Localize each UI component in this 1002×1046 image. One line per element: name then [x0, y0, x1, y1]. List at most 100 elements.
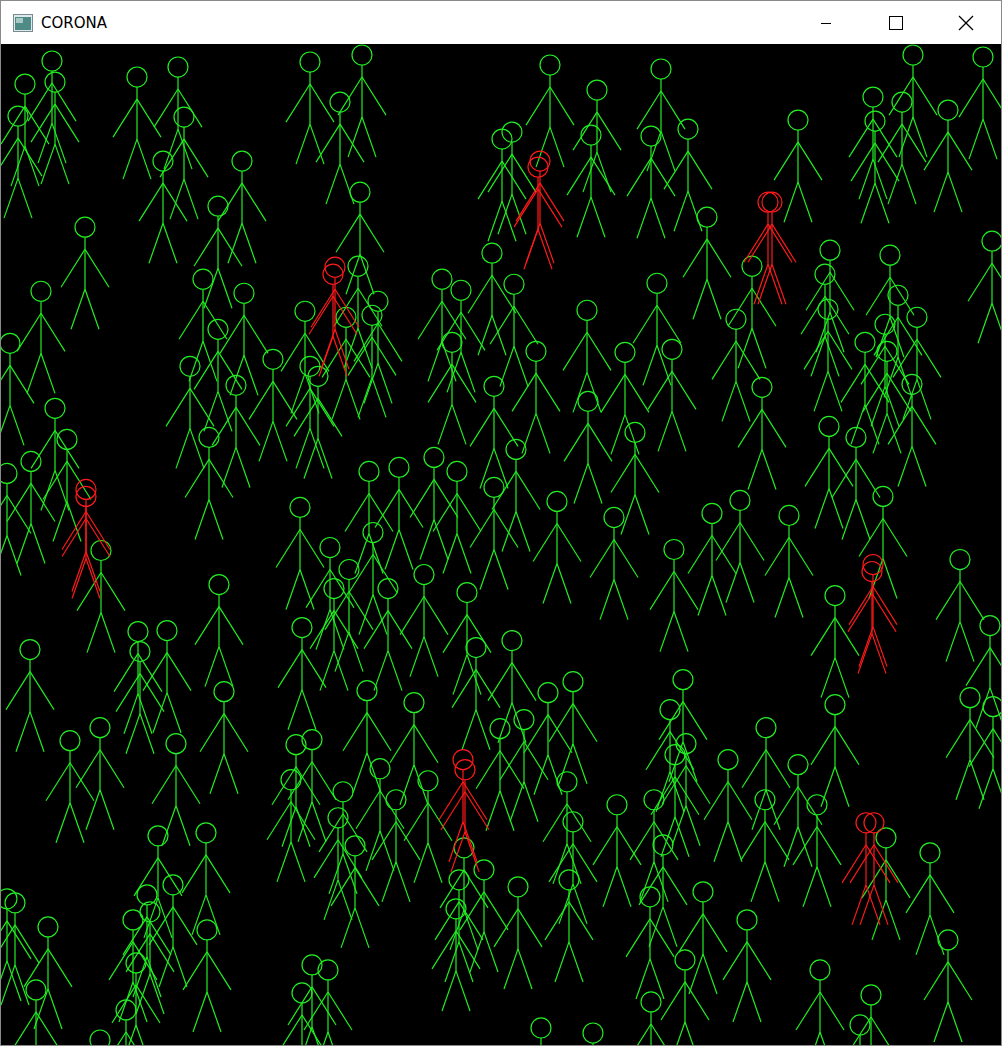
person-figure	[390, 693, 438, 805]
person-figure	[569, 1023, 617, 1045]
person-figure	[648, 339, 696, 451]
person-figure	[488, 122, 536, 234]
person-figure	[468, 243, 516, 355]
person-figure	[31, 72, 79, 184]
person-figure	[338, 45, 386, 157]
person-figure	[102, 1000, 150, 1045]
person-figure	[61, 217, 109, 329]
person-figure	[516, 151, 564, 263]
person-figure	[134, 826, 182, 938]
person-figure	[842, 813, 890, 925]
person-figure	[441, 760, 489, 872]
person-figure	[874, 285, 922, 397]
person-figure	[309, 264, 357, 376]
person-figure	[851, 111, 899, 223]
person-figure	[152, 734, 200, 846]
person-figure	[428, 332, 476, 444]
person-figure	[637, 59, 685, 171]
person-figure	[712, 309, 760, 421]
person-figure	[969, 697, 1001, 809]
person-figure	[139, 151, 187, 263]
person-figure	[774, 755, 822, 867]
person-figure	[563, 300, 611, 412]
person-figure	[968, 231, 1001, 343]
person-figure	[738, 377, 786, 489]
person-figure	[249, 349, 297, 461]
person-figure	[850, 813, 898, 925]
close-icon[interactable]	[931, 1, 1001, 44]
person-figure	[847, 985, 895, 1045]
person-figure	[549, 812, 597, 924]
person-figure	[659, 670, 707, 782]
person-figure	[143, 621, 191, 733]
person-figure	[545, 870, 593, 982]
maximize-icon[interactable]	[861, 1, 931, 44]
person-figure	[294, 366, 342, 478]
person-figure	[439, 750, 487, 862]
person-figure	[334, 256, 382, 368]
person-figure	[113, 67, 161, 179]
people-field	[1, 44, 1001, 1045]
person-figure	[966, 616, 1001, 728]
app-icon	[13, 14, 33, 32]
person-figure	[1, 889, 31, 1001]
person-figure	[804, 299, 852, 411]
person-figure	[319, 782, 367, 894]
title-bar[interactable]: CORONA	[1, 1, 1001, 44]
person-figure	[906, 843, 954, 955]
person-figure	[859, 486, 907, 598]
person-figure	[811, 586, 859, 698]
person-figure	[432, 899, 480, 1011]
person-figure	[946, 688, 994, 800]
person-figure	[220, 283, 268, 395]
person-figure	[185, 427, 233, 539]
person-figure	[435, 870, 483, 982]
person-figure	[650, 539, 698, 651]
person-figure	[805, 416, 853, 528]
person-figure	[364, 579, 412, 691]
person-figure	[372, 790, 420, 902]
person-figure	[418, 269, 466, 381]
person-figure	[470, 477, 518, 589]
person-figure	[661, 950, 709, 1045]
person-figure	[664, 119, 712, 231]
person-figure	[200, 682, 248, 794]
person-figure	[728, 256, 776, 368]
person-figure	[410, 447, 458, 559]
person-figure	[470, 376, 518, 488]
person-figure	[356, 759, 404, 871]
person-figure	[306, 537, 354, 649]
person-figure	[924, 930, 972, 1042]
person-figure	[314, 808, 362, 920]
minimize-icon[interactable]	[791, 1, 861, 44]
person-figure	[832, 427, 880, 539]
person-figure	[524, 683, 572, 795]
person-figure	[811, 695, 859, 807]
person-figure	[331, 836, 379, 948]
person-figure	[742, 718, 790, 830]
person-figure	[62, 479, 110, 591]
person-figure	[723, 910, 771, 1022]
person-figure	[517, 1018, 565, 1045]
person-figure	[836, 1015, 884, 1045]
person-figure	[1, 74, 49, 186]
person-figure	[272, 735, 320, 847]
person-figure	[888, 374, 936, 486]
person-figure	[343, 681, 391, 793]
person-figure	[683, 207, 731, 319]
person-figure	[349, 522, 397, 634]
person-figure	[194, 196, 242, 308]
person-figure	[633, 273, 681, 385]
person-figure	[849, 555, 897, 667]
person-figure	[1, 893, 39, 1005]
person-figure	[543, 772, 591, 884]
person-figure	[924, 100, 972, 212]
person-figure	[564, 391, 612, 503]
person-figure	[267, 770, 315, 882]
person-figure	[1, 463, 31, 575]
person-figure	[626, 887, 674, 999]
person-figure	[512, 341, 560, 453]
person-figure	[460, 860, 508, 972]
person-figure	[959, 47, 1001, 159]
person-figure	[179, 269, 227, 381]
